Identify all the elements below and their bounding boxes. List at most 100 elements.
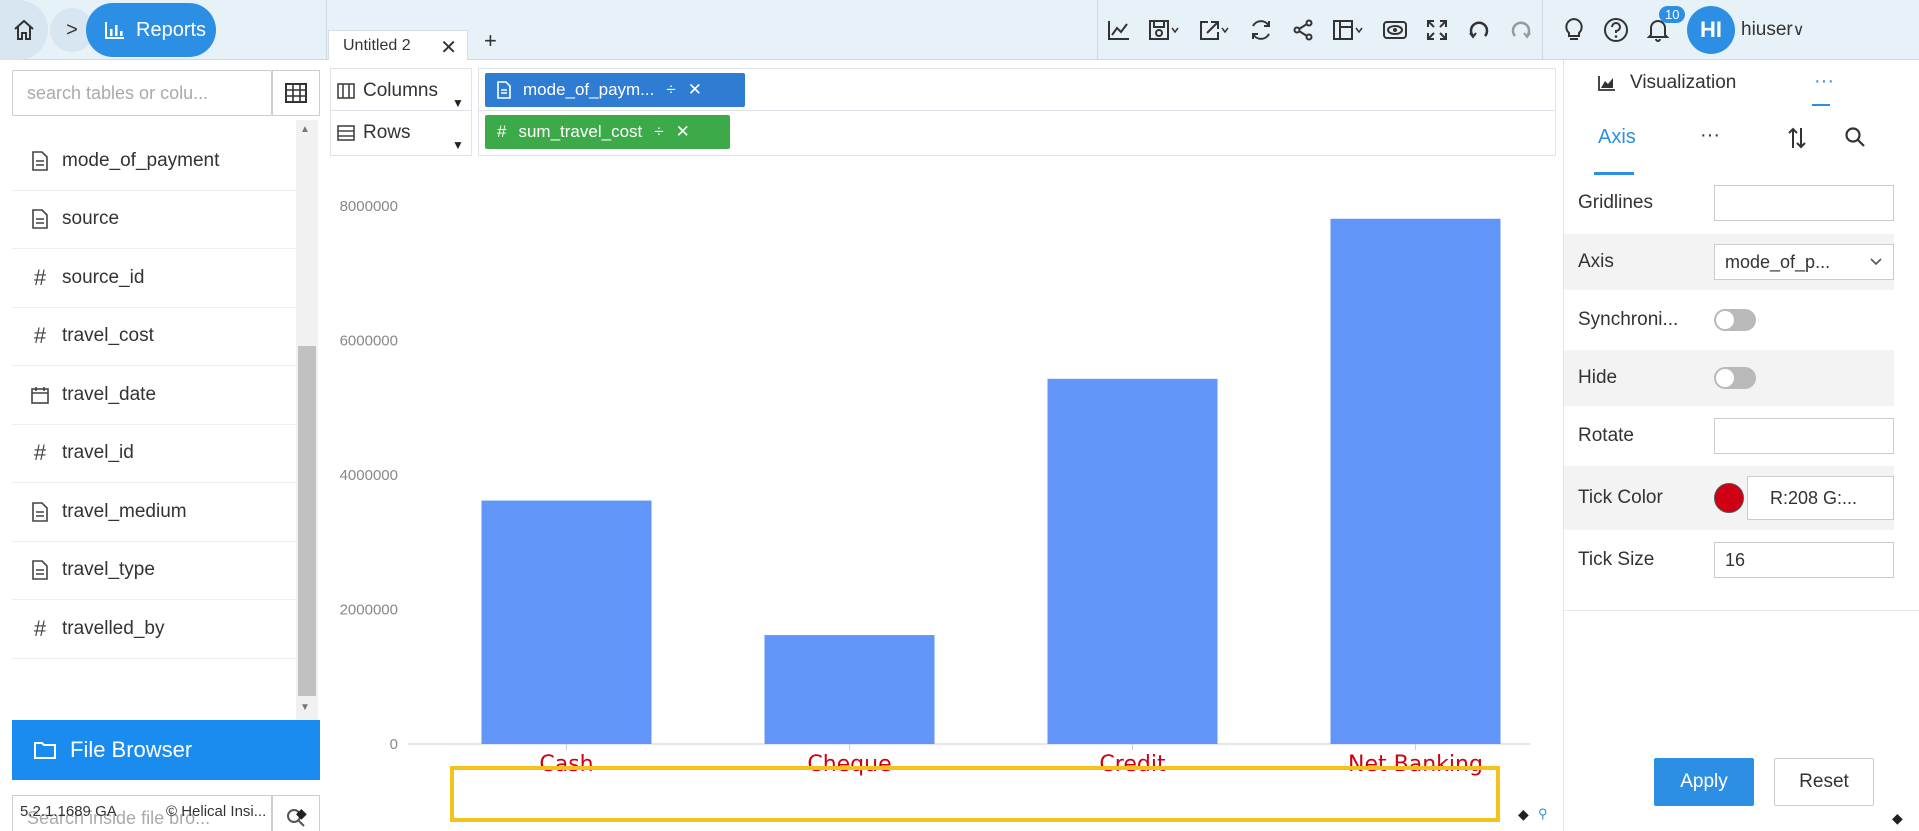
apply-button[interactable]: Apply [1654,758,1754,806]
bar-chart: 0 2000000 4000000 6000000 8000000 Cash Cheque C… [328,170,1560,831]
hide-label: Hide [1578,367,1618,388]
axis-more-options[interactable]: ··· [1700,124,1720,147]
area-chart-icon [1598,76,1615,91]
divide-icon[interactable]: ÷ [666,80,675,100]
tick-size-label: Tick Size [1578,549,1655,570]
axis-label: Axis [1578,251,1614,272]
panel-corner-icon[interactable]: ◆ [1892,810,1903,827]
search-icon[interactable] [1844,126,1866,153]
home-button[interactable] [0,0,48,60]
tab-close-icon[interactable]: ✕ [440,35,457,60]
bar-cash[interactable] [481,500,652,744]
rotate-row: Rotate [1564,408,1894,464]
rotate-input[interactable] [1714,418,1894,454]
sort-icon[interactable] [1786,126,1808,156]
export-icon[interactable] [1190,0,1240,60]
columns-shelf[interactable]: mode_of_paym... ÷ ✕ [478,68,1556,114]
refresh-icon[interactable] [1240,0,1282,60]
more-options-tab[interactable]: ··· [1814,70,1834,93]
avatar[interactable]: HI [1687,6,1735,54]
lightbulb-icon[interactable] [1553,0,1595,60]
column-pill-mode-of-payment[interactable]: mode_of_paym... ÷ ✕ [485,73,745,107]
redo-icon[interactable] [1500,0,1542,60]
field-item-source[interactable]: source [12,191,296,249]
rows-shelf[interactable]: # sum_travel_cost ÷ ✕ [478,110,1556,156]
share-icon[interactable] [1282,0,1324,60]
file-browser-button[interactable]: File Browser [12,720,320,780]
divide-icon[interactable]: ÷ [654,122,663,142]
y-tick-label: 6000000 [340,333,398,350]
tick-size-input[interactable]: 16 [1714,542,1894,578]
gridlines-input[interactable] [1714,185,1894,221]
search-fields-input[interactable]: search tables or colu... [12,70,272,116]
number-field-icon: # [33,264,47,290]
fullscreen-icon[interactable] [1416,0,1458,60]
chart-filter-icon[interactable]: ⚲ [1538,806,1548,822]
visualization-header[interactable]: Visualization [1598,72,1736,94]
field-item-travel-medium[interactable]: travel_medium [12,483,296,542]
field-item-source-id[interactable]: # source_id [12,249,296,308]
field-item-travel-cost[interactable]: # travel_cost [12,308,296,366]
y-tick-label: 2000000 [340,602,398,619]
y-tick-label: 0 [390,736,398,753]
chart-corner-icon[interactable]: ◆ [1518,806,1529,823]
tick-color-swatch[interactable] [1714,483,1744,513]
add-tab-button[interactable]: + [484,28,497,54]
rows-shelf-label: Rows [330,110,472,156]
username[interactable]: hiuser [1741,19,1793,41]
help-icon[interactable] [1595,0,1637,60]
collapse-icon[interactable]: ◆ [296,805,307,822]
undo-icon[interactable] [1458,0,1500,60]
bar-cheque[interactable] [764,635,935,744]
line-chart-icon[interactable] [1098,0,1140,60]
visualization-label: Visualization [1630,72,1737,93]
properties-panel: Visualization ··· Axis ··· Gridlines Axi… [1563,60,1919,831]
number-field-icon: # [33,323,47,349]
rotate-label: Rotate [1578,425,1634,446]
reports-label: Reports [136,18,207,41]
axis-select-value: mode_of_p... [1725,251,1831,272]
columns-icon [337,83,355,99]
reset-button[interactable]: Reset [1774,758,1874,806]
tab-axis[interactable]: Axis [1598,126,1636,149]
remove-pill-icon[interactable]: ✕ [688,80,702,100]
y-tick-label: 8000000 [340,198,398,215]
field-item-travelled-by[interactable]: # travelled_by [12,600,296,659]
tick-color-input[interactable]: R:208 G:... [1747,476,1894,520]
reports-button[interactable]: Reports [86,3,216,57]
bar-net-banking[interactable] [1330,218,1501,745]
field-item-travel-id[interactable]: # travel_id [12,425,296,483]
layout-icon[interactable] [1324,0,1374,60]
preview-icon[interactable] [1374,0,1416,60]
bar-credit[interactable] [1047,378,1218,744]
save-icon[interactable] [1140,0,1190,60]
date-field-icon [30,386,50,404]
synchronize-row: Synchroni... [1564,292,1894,348]
field-item-travel-date[interactable]: travel_date [12,366,296,425]
report-canvas: Columns mode_of_paym... ÷ ✕ ▼ Rows # sum… [328,60,1560,831]
field-item-travel-type[interactable]: travel_type [12,542,296,600]
rows-label: Rows [363,122,411,143]
panel-divider [1564,610,1919,611]
table-view-button[interactable] [272,70,320,116]
axis-select[interactable]: mode_of_p... [1714,244,1894,280]
hide-toggle[interactable] [1714,367,1756,389]
grid-icon [285,83,307,103]
hide-row: Hide [1564,350,1894,406]
field-item-mode-of-payment[interactable]: mode_of_payment [12,132,296,191]
notifications-button[interactable]: 10 [1637,0,1686,60]
scroll-down-icon[interactable]: ▼ [300,702,310,713]
user-menu-caret[interactable]: ∨ [1793,20,1805,40]
columns-caret-icon[interactable]: ▼ [452,96,464,110]
remove-pill-icon[interactable]: ✕ [676,122,690,142]
tab-untitled-2[interactable]: Untitled 2 ✕ [328,30,468,60]
notification-badge: 10 [1659,6,1686,23]
topbar-divider [326,0,327,60]
synchronize-toggle[interactable] [1714,309,1756,331]
row-pill-sum-travel-cost[interactable]: # sum_travel_cost ÷ ✕ [485,115,730,149]
scroll-up-icon[interactable]: ▲ [300,124,310,135]
rows-icon [337,125,355,141]
scrollbar-thumb[interactable] [298,346,316,696]
field-label: travel_type [62,559,155,581]
rows-caret-icon[interactable]: ▼ [452,138,464,152]
